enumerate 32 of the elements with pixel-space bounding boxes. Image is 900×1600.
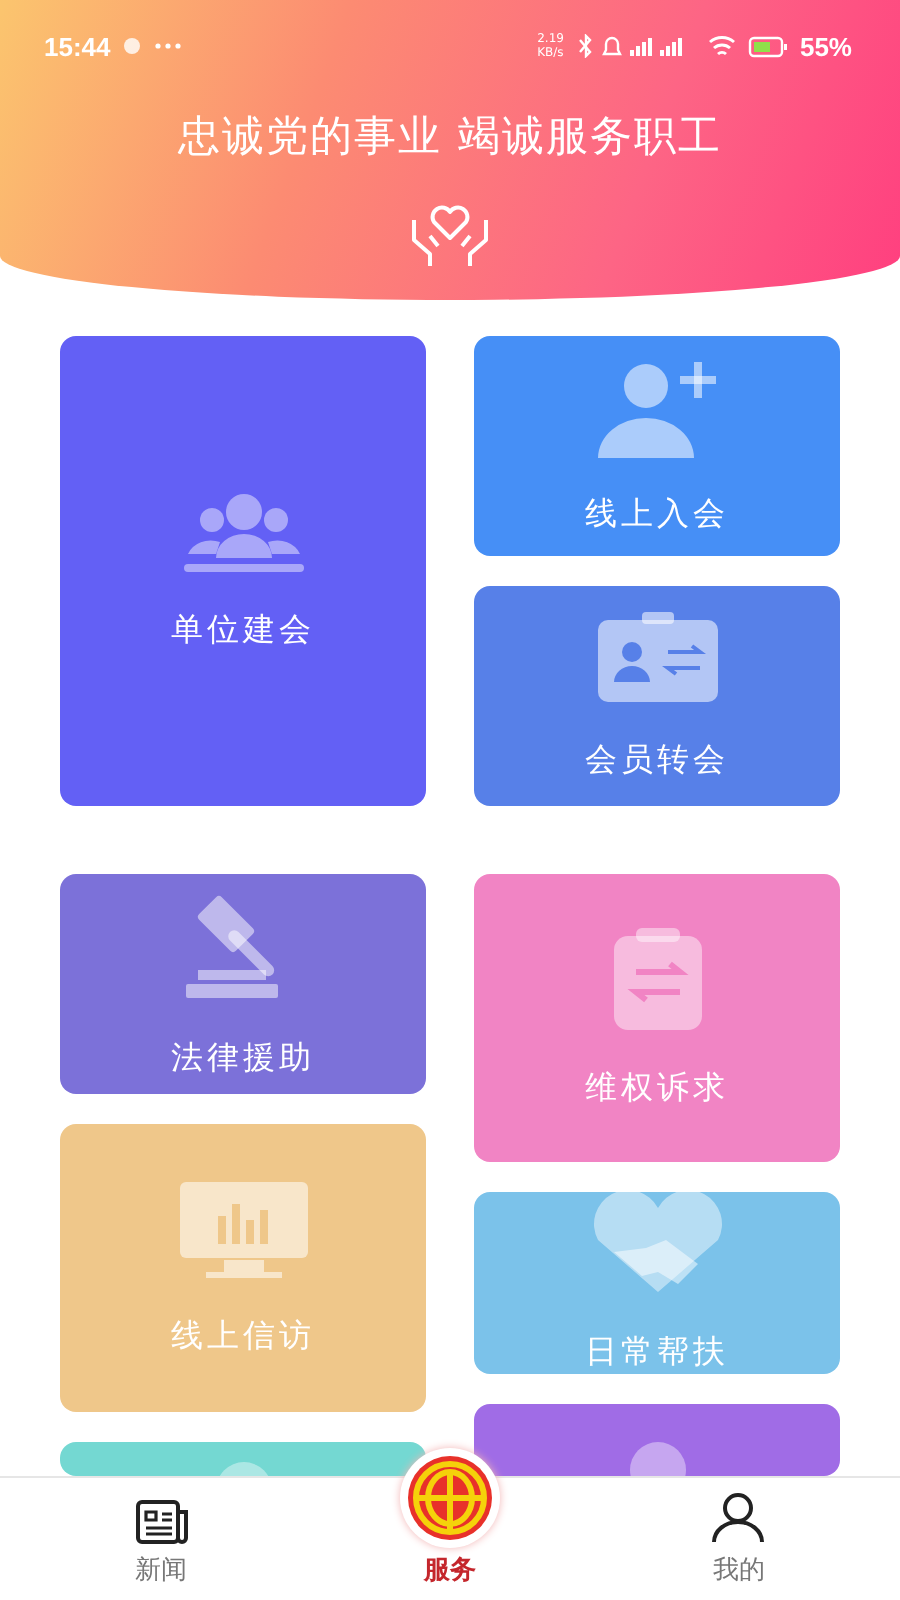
tile-label: 法律援助 — [171, 1037, 315, 1079]
id-card-icon — [595, 611, 719, 703]
chart-monitor-icon — [177, 1179, 309, 1279]
tile-label: 维权诉求 — [585, 1067, 729, 1109]
notification-icon — [122, 36, 143, 56]
union-emblem-icon — [405, 1454, 494, 1542]
service-tile[interactable]: 维权诉求 — [474, 874, 840, 1162]
newspaper-icon — [135, 1500, 188, 1544]
wifi-icon — [707, 34, 736, 58]
nav-tab[interactable]: 新闻 — [71, 1500, 252, 1588]
group-icon — [179, 490, 307, 574]
service-tile[interactable] — [60, 1442, 426, 1476]
heart-hands-icon — [406, 200, 494, 268]
service-tile[interactable]: 线上入会 — [474, 336, 840, 556]
tile-label: 会员转会 — [585, 739, 729, 781]
user-icon — [712, 1492, 765, 1544]
tile-label: 日常帮扶 — [585, 1332, 729, 1374]
tile-label: 单位建会 — [171, 610, 315, 652]
slogan: 忠诚党的事业 竭诚服务职工 — [178, 110, 722, 164]
tile-label: 线上入会 — [585, 493, 729, 535]
status-time: 15:44 — [44, 31, 111, 61]
service-tile[interactable]: 会员转会 — [474, 586, 840, 806]
add-member-icon — [593, 357, 721, 457]
nav-tab[interactable]: 我的 — [648, 1492, 829, 1588]
service-tile[interactable]: 法律援助 — [60, 874, 426, 1094]
battery-icon — [747, 35, 788, 57]
service-tile[interactable] — [474, 1404, 840, 1476]
clipboard-icon — [611, 927, 703, 1031]
more-icon — [154, 42, 183, 50]
tile-label: 线上信访 — [171, 1315, 315, 1357]
service-tile[interactable]: 单位建会 — [60, 336, 426, 806]
battery-percent: 55% — [799, 31, 852, 61]
